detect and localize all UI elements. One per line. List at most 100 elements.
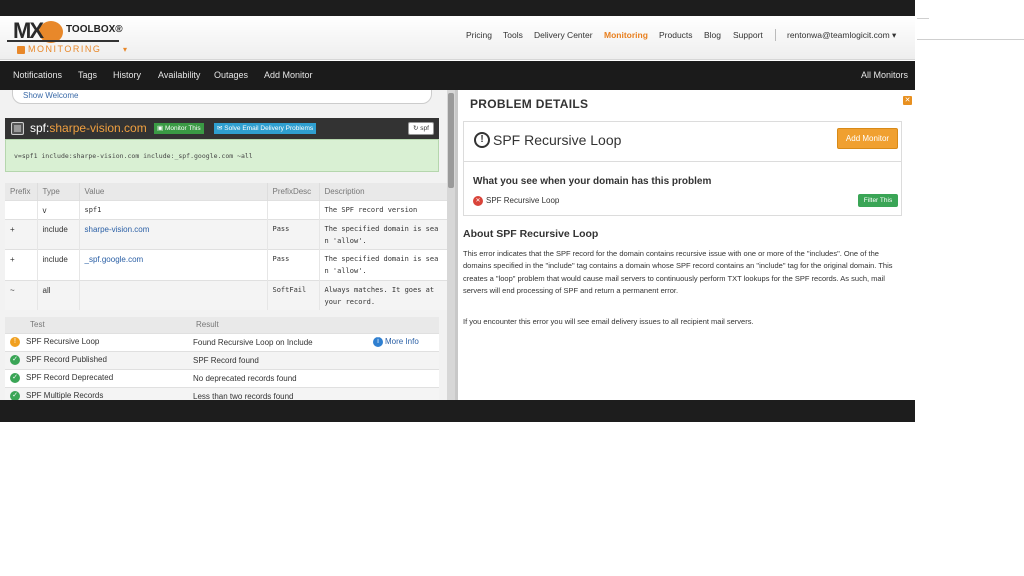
table-cell: [267, 199, 320, 219]
table-header-row: Test Result: [5, 317, 439, 333]
subnav-outages[interactable]: Outages: [214, 70, 248, 80]
info-icon: i: [373, 337, 383, 347]
more-info-label: More Info: [385, 337, 419, 347]
problem-details-title: PROBLEM DETAILS: [470, 97, 589, 111]
error-icon: ✕: [473, 196, 483, 206]
left-scrollbar-thumb[interactable]: [448, 93, 454, 188]
nav-blog[interactable]: Blog: [704, 30, 721, 40]
include-domain-link[interactable]: sharpe-vision.com: [79, 218, 268, 249]
table-cell: ! SPF Recursive Loop: [5, 332, 193, 351]
spf-record-table: Prefix Type Value PrefixDesc Description…: [5, 183, 451, 310]
decoration-line: [917, 39, 1024, 40]
solve-email-delivery-button[interactable]: ✉ Solve Email Delivery Problems: [214, 123, 317, 134]
column-header: Value: [79, 183, 268, 200]
table-row: ✓ SPF Record Published SPF Record found: [5, 350, 439, 369]
subnav-availability[interactable]: Availability: [158, 70, 200, 80]
about-description: This error indicates that the SPF record…: [463, 249, 893, 295]
column-header: Prefix: [5, 183, 38, 200]
site-header: MX TOOLBOX® MONITORING ▾ Pricing Tools D…: [0, 16, 915, 60]
table-cell: [79, 279, 268, 310]
column-header: PrefixDesc: [267, 183, 320, 200]
symptom-box: What you see when your domain has this p…: [463, 161, 902, 216]
add-monitor-button[interactable]: Add Monitor: [837, 128, 898, 149]
monitor-this-label: Monitor This: [164, 125, 201, 132]
table-cell: include: [37, 218, 80, 249]
table-cell: [373, 350, 439, 369]
user-menu[interactable]: rentonwa@teamlogicit.com ▾: [787, 30, 896, 41]
nav-products[interactable]: Products: [659, 30, 693, 40]
spf-result-title: spf:sharpe-vision.com: [30, 121, 147, 135]
table-header-row: Prefix Type Value PrefixDesc Description: [5, 183, 451, 200]
subnav-tags[interactable]: Tags: [78, 70, 97, 80]
refresh-spf-button[interactable]: ↻ spf: [408, 122, 434, 135]
nav-delivery-center[interactable]: Delivery Center: [534, 30, 593, 40]
table-cell: [373, 386, 439, 400]
nav-pricing[interactable]: Pricing: [466, 30, 492, 40]
table-row: ✓ SPF Record Deprecated No deprecated rec…: [5, 368, 439, 387]
browser-window: MX TOOLBOX® MONITORING ▾ Pricing Tools D…: [0, 0, 915, 422]
table-cell: spf1: [79, 199, 268, 219]
table-row: ~ all SoftFail Always matches. It goes a…: [5, 279, 451, 310]
test-result: SPF Record found: [193, 350, 373, 369]
column-header: Result: [193, 317, 373, 333]
test-name: SPF Recursive Loop: [26, 337, 100, 347]
table-cell: Pass: [267, 248, 320, 280]
test-result: Found Recursive Loop on Include: [193, 332, 373, 351]
table-cell: ✓ SPF Record Published: [5, 350, 193, 369]
include-domain-link[interactable]: _spf.google.com: [79, 248, 268, 280]
column-header: Test: [5, 317, 193, 333]
nav-monitoring[interactable]: Monitoring: [604, 30, 648, 40]
table-cell: v: [37, 199, 80, 219]
table-cell: ~: [5, 279, 38, 310]
table-cell: +: [5, 248, 38, 280]
close-icon[interactable]: ✕: [903, 96, 912, 105]
nav-support[interactable]: Support: [733, 30, 763, 40]
subnav-history[interactable]: History: [113, 70, 141, 80]
problem-title: SPF Recursive Loop: [493, 132, 622, 148]
nav-tools[interactable]: Tools: [503, 30, 523, 40]
warning-icon: !: [10, 337, 20, 347]
monitoring-icon: [17, 46, 25, 54]
table-cell: +: [5, 218, 38, 249]
subnav-all-monitors[interactable]: All Monitors: [861, 70, 908, 80]
table-cell: all: [37, 279, 80, 310]
test-name: SPF Record Deprecated: [26, 373, 114, 383]
nav-separator: [775, 29, 776, 41]
table-cell: ✓ SPF Record Deprecated: [5, 368, 193, 387]
logo-product: MONITORING: [28, 44, 102, 54]
table-cell: [373, 368, 439, 387]
problem-header-box: ! SPF Recursive Loop Add Monitor: [463, 121, 902, 161]
table-row: + include sharpe-vision.com Pass The spe…: [5, 218, 451, 249]
column-header: [373, 317, 439, 333]
table-cell: The specified domain is sea n 'allow'.: [319, 248, 451, 280]
table-cell: [5, 199, 38, 219]
filter-this-button[interactable]: Filter This: [858, 194, 898, 207]
record-icon: [11, 122, 24, 135]
check-icon: ✓: [10, 391, 20, 400]
column-header: Type: [37, 183, 80, 200]
test-results-table: Test Result ! SPF Recursive Loop Found Re…: [5, 317, 439, 400]
show-welcome-link[interactable]: Show Welcome: [23, 91, 78, 100]
subnav-add-monitor[interactable]: Add Monitor: [264, 70, 313, 80]
solve-email-delivery-label: Solve Email Delivery Problems: [224, 125, 314, 132]
column-header: Description: [319, 183, 451, 200]
mxtoolbox-logo[interactable]: MX TOOLBOX® MONITORING ▾: [7, 18, 137, 58]
table-cell: Pass: [267, 218, 320, 249]
more-info-link[interactable]: i More Info: [373, 332, 439, 351]
check-icon: ✓: [10, 355, 20, 365]
table-row: + include _spf.google.com Pass The speci…: [5, 248, 451, 280]
monitoring-subnav: Notifications Tags History Availability …: [0, 61, 915, 90]
product-caret-icon[interactable]: ▾: [123, 45, 127, 54]
monitor-this-button[interactable]: ▣ Monitor This: [154, 123, 204, 134]
symptom-item: ✕ SPF Recursive Loop: [473, 196, 559, 206]
subnav-notifications[interactable]: Notifications: [13, 70, 62, 80]
test-result: No deprecated records found: [193, 368, 373, 387]
logo-toolbox: TOOLBOX®: [66, 24, 123, 35]
table-row: v spf1 The SPF record version: [5, 199, 451, 219]
spf-domain: sharpe-vision.com: [49, 121, 147, 135]
exclamation-icon: !: [474, 132, 490, 148]
decoration-line: [917, 18, 929, 19]
spf-result-header: spf:sharpe-vision.com ▣ Monitor This ✉ S…: [5, 118, 439, 139]
spf-record-text: v=spf1 include:sharpe-vision.com include…: [14, 152, 253, 160]
table-cell: The SPF record version: [319, 199, 451, 219]
